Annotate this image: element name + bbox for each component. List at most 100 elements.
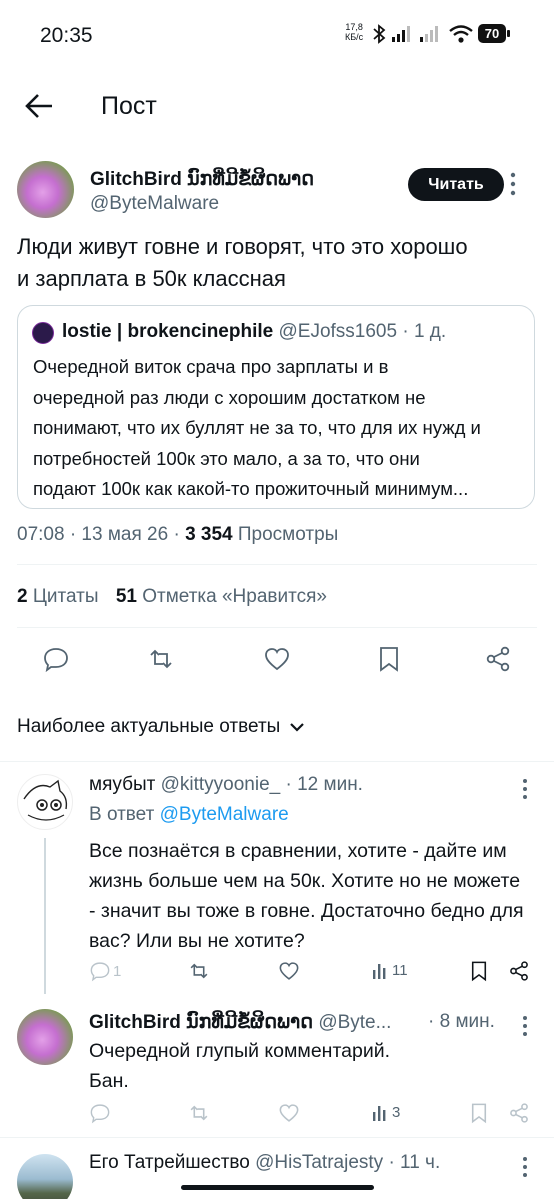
bookmark-icon[interactable] — [468, 1102, 490, 1124]
quote-line: потребностей 100к это мало, а за то, что… — [33, 447, 420, 469]
replies-sort-dropdown[interactable]: Наиболее актуальные ответы — [17, 716, 305, 738]
reply-line: Бан. — [89, 1070, 129, 1092]
share-icon[interactable] — [508, 960, 530, 982]
quote-header: lostie | brokencinephile @EJofss1605 · 1… — [62, 321, 446, 343]
more-options-icon[interactable] — [522, 778, 528, 800]
network-speed-value: 17,8 — [345, 22, 363, 32]
thread-line — [44, 838, 46, 994]
reply-header: GlitchBird ນົກທີ່ມີຂໍ້ຜິດພາດ @Byte... — [89, 1011, 391, 1034]
chevron-down-icon — [290, 722, 305, 732]
wifi-icon — [448, 24, 474, 44]
quotes-count: 2 — [17, 586, 28, 607]
quote-line: Очередной виток срача про зарплаты и в — [33, 356, 389, 377]
reply-item[interactable]: GlitchBird ນົກທີ່ມີຂໍ້ຜິດພາດ @Byte... · … — [0, 995, 554, 1135]
reply-text: Очередной глупый комментарий. Бан. — [89, 1036, 539, 1096]
reply-line: жизнь больше чем на 50к. Хотите но не мо… — [89, 870, 521, 892]
quote-text: Очередной виток срача про зарплаты и в о… — [33, 352, 528, 505]
reply-text: Все познаётся в сравнении, хотите - дайт… — [89, 836, 539, 956]
home-gesture-bar[interactable] — [181, 1185, 374, 1190]
like-icon[interactable] — [278, 1102, 300, 1124]
network-speed: 17,8 КБ/с — [345, 22, 363, 42]
quote-line: очередной раз люди с хорошим достатком н… — [33, 386, 426, 408]
reply-icon[interactable] — [89, 1102, 111, 1124]
follow-button[interactable]: Читать — [408, 168, 504, 201]
quotes-label: Цитаты — [32, 586, 99, 607]
author-name[interactable]: GlitchBird ນົກທີ່ມີຂໍ້ຜິດພາດ — [90, 168, 314, 191]
retweet-icon[interactable] — [188, 960, 210, 982]
post-text-line: Люди живут говне и говорят, что это хоро… — [17, 234, 468, 259]
views-count: 3 354 — [185, 524, 233, 545]
more-options-icon[interactable] — [522, 1015, 528, 1037]
reply-author-name[interactable]: GlitchBird ນົກທີ່ມີຂໍ້ຜິດພາດ — [89, 1012, 313, 1033]
bluetooth-icon — [372, 24, 386, 44]
post-meta: 07:08 · 13 мая 26 · 3 354 Просмотры — [17, 524, 338, 546]
signal-icon-1 — [391, 25, 413, 43]
views-count: 11 — [392, 961, 408, 979]
status-bar: 20:35 17,8 КБ/с 70 — [0, 0, 554, 70]
more-options-icon[interactable] — [522, 1156, 528, 1178]
share-icon[interactable] — [484, 645, 512, 673]
reply-avatar[interactable] — [17, 774, 73, 830]
quote-author-name: lostie | brokencinephile — [62, 321, 274, 342]
retweet-icon[interactable] — [188, 1102, 210, 1124]
like-icon[interactable] — [263, 645, 291, 673]
back-arrow-icon[interactable] — [24, 92, 54, 120]
engagement-stats: 2 Цитаты 51 Отметка «Нравится» — [17, 586, 327, 608]
reply-header: мяубыт @kittyyoonie_ · 12 мин. — [89, 774, 363, 796]
reply-count: 1 — [113, 962, 122, 980]
reply-author-handle[interactable]: @Byte... — [318, 1012, 391, 1033]
author-handle[interactable]: @ByteMalware — [90, 193, 219, 215]
reply-icon[interactable] — [42, 645, 70, 673]
status-time: 20:35 — [40, 24, 93, 47]
share-icon[interactable] — [508, 1102, 530, 1124]
more-options-icon[interactable] — [510, 171, 516, 197]
battery-indicator: 70 — [478, 24, 506, 43]
post-text: Люди живут говне и говорят, что это хоро… — [17, 231, 537, 295]
post-timestamp: 07:08 · 13 мая 26 · — [17, 524, 180, 545]
reply-line: Все познаётся в сравнении, хотите - дайт… — [89, 840, 507, 862]
likes-label: Отметка «Нравится» — [142, 586, 327, 607]
retweet-icon[interactable] — [147, 645, 175, 673]
bookmark-icon[interactable] — [375, 645, 403, 673]
reply-author-handle[interactable]: @kittyyoonie_ — [161, 774, 281, 795]
network-speed-unit: КБ/с — [345, 32, 364, 42]
quoted-post-card[interactable]: lostie | brokencinephile @EJofss1605 · 1… — [17, 305, 535, 509]
reply-time: · 8 мин. — [428, 1011, 495, 1032]
reply-button[interactable]: 1 — [89, 960, 121, 982]
reply-line: - значит вы тоже в говне. Достаточно бед… — [89, 900, 524, 922]
reply-time: · 11 ч. — [388, 1152, 441, 1173]
reply-item[interactable]: мяубыт @kittyyoonie_ · 12 мин. В ответ @… — [0, 762, 554, 994]
battery-tip — [507, 30, 510, 37]
reply-author-name[interactable]: Его Татрейшество — [89, 1152, 250, 1173]
post-text-line: и зарплата в 50к классная — [17, 266, 286, 291]
reply-line: Очередной глупый комментарий. — [89, 1040, 391, 1062]
signal-icon-2 — [419, 25, 441, 43]
reply-avatar[interactable] — [17, 1154, 73, 1199]
divider — [17, 564, 537, 565]
quote-line: подают 100к как какой-то прожиточный мин… — [33, 478, 469, 499]
quotes-stat[interactable]: 2 Цитаты — [17, 586, 99, 607]
likes-stat[interactable]: 51 Отметка «Нравится» — [116, 586, 327, 607]
reply-action-bar: 1 11 — [89, 959, 539, 985]
views-count: 3 — [392, 1103, 401, 1121]
quote-line: понимают, что их буллят не за то, что дл… — [33, 417, 481, 438]
quote-time: · 1 д. — [402, 321, 447, 342]
reply-action-bar: 3 — [89, 1101, 539, 1127]
reply-author-name[interactable]: мяубыт — [89, 774, 155, 795]
replying-to: В ответ @ByteMalware — [89, 804, 289, 826]
views-button[interactable]: 11 — [372, 960, 408, 980]
reply-time: · 12 мин. — [285, 774, 363, 795]
quote-author-handle: @EJofss1605 — [278, 321, 398, 342]
quote-author-avatar — [32, 322, 54, 344]
views-button[interactable]: 3 — [372, 1102, 400, 1122]
reply-avatar[interactable] — [17, 1009, 73, 1065]
like-icon[interactable] — [278, 960, 300, 982]
reply-author-handle[interactable]: @HisTatrajesty — [255, 1152, 383, 1173]
reply-header: Его Татрейшество @HisTatrajesty · 11 ч. — [89, 1152, 440, 1174]
author-avatar[interactable] — [17, 161, 74, 218]
bookmark-icon[interactable] — [468, 960, 490, 982]
likes-count: 51 — [115, 586, 137, 607]
page-title: Пост — [101, 92, 157, 120]
replying-to-handle[interactable]: @ByteMalware — [160, 804, 289, 825]
post-action-bar — [0, 640, 554, 680]
